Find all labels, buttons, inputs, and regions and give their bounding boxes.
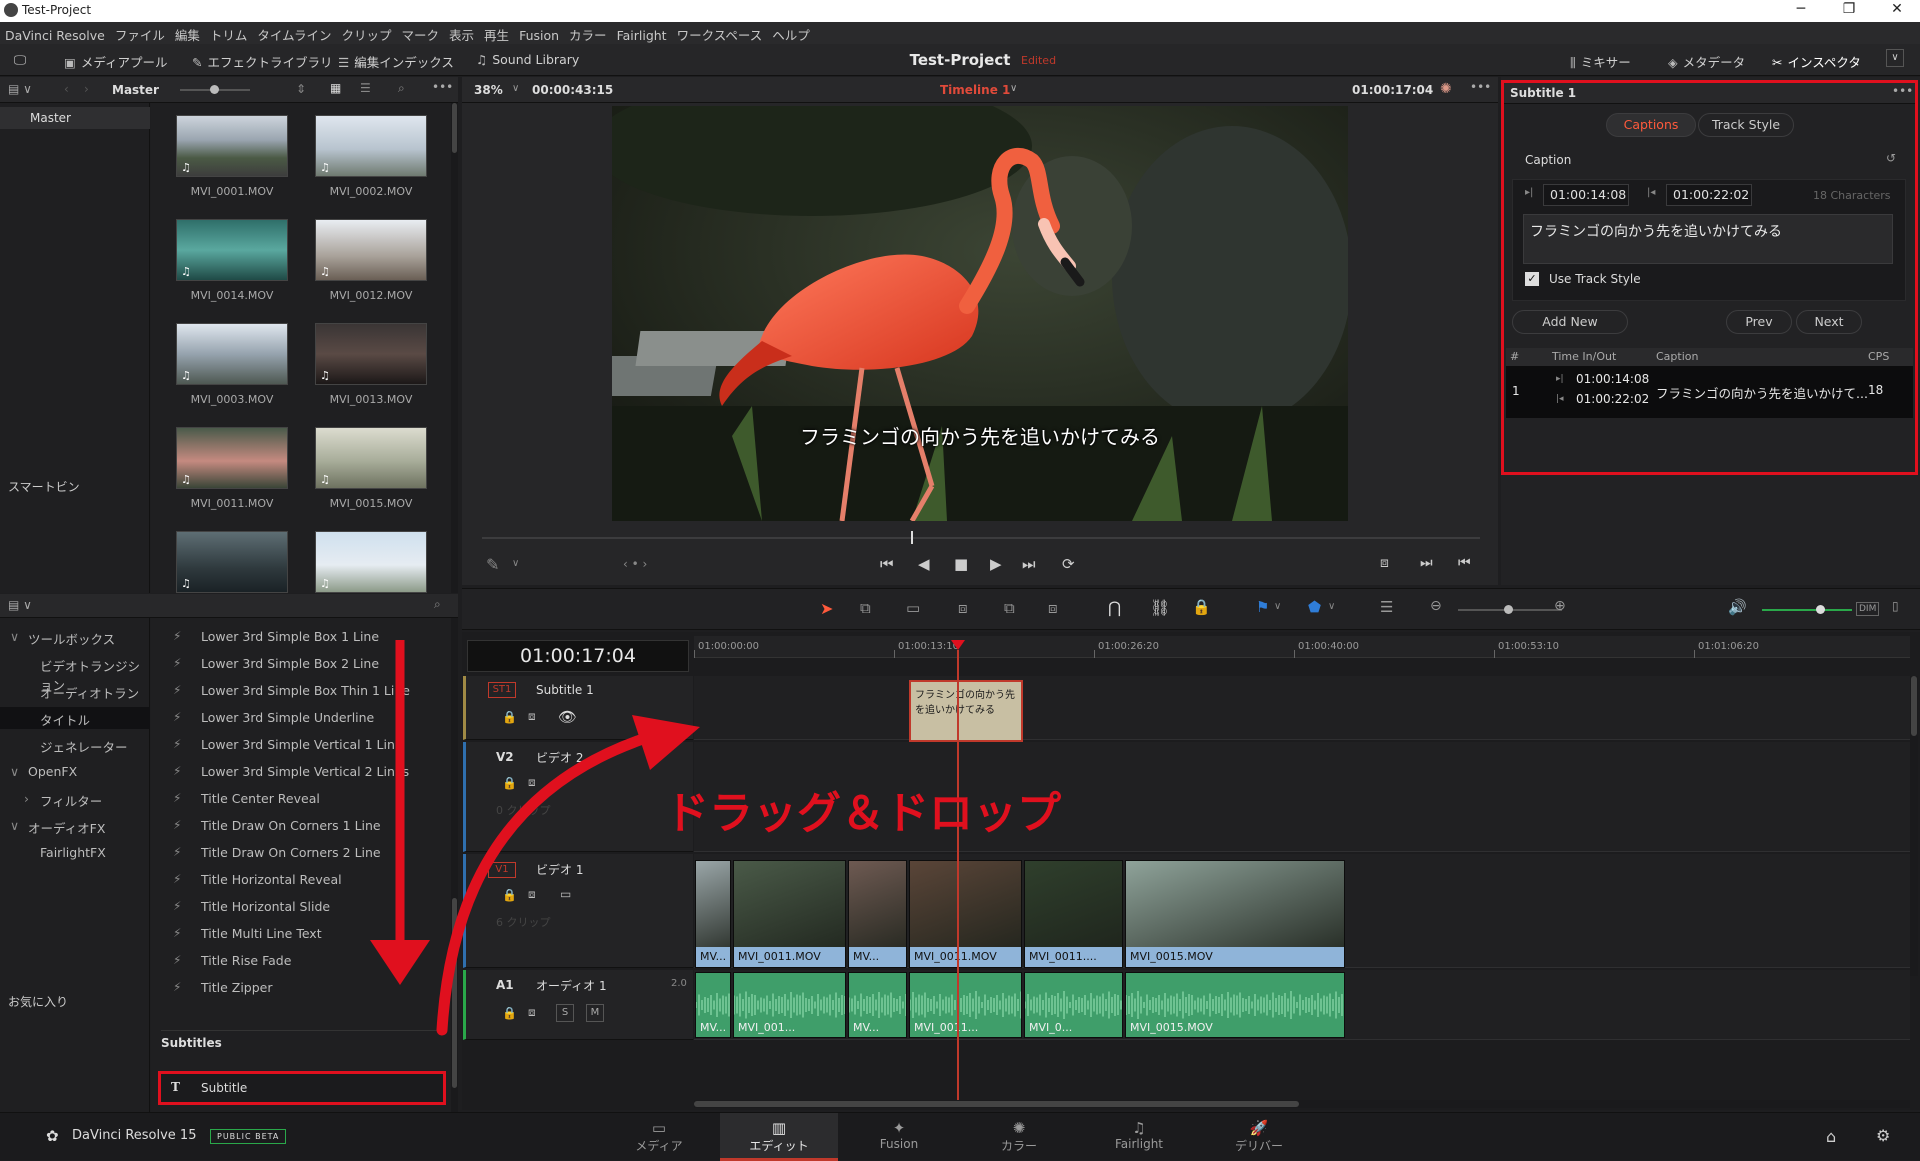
resolve-logo-icon: ✿ [46,1127,59,1145]
down-arrow-head [370,940,430,985]
page-tab-fusion[interactable]: ✦ Fusion [840,1113,958,1161]
page-tab-media-label: メディア [635,1139,683,1153]
curved-arrow-head [632,715,700,770]
page-tab-color-label: カラー [1000,1139,1037,1153]
settings-gear-icon[interactable]: ⚙ [1876,1126,1890,1145]
page-navigation-bar: ✿ DaVinci Resolve 15 PUBLIC BETA ▭ メディア ▥… [0,1112,1920,1161]
curved-arrow-shaft [436,734,646,1036]
page-tab-deliver-label: デリバー [1234,1139,1283,1153]
drag-drop-label: ドラッグ＆ドロップ [665,788,1061,839]
drag-annotation: ドラッグ＆ドロップ [370,640,1061,1036]
color-page-icon: ✺ [1012,1119,1026,1137]
page-tab-edit[interactable]: ▥ エディット [720,1113,838,1161]
page-tab-deliver[interactable]: 🚀 デリバー [1200,1113,1318,1161]
edit-page-icon: ▥ [771,1119,787,1137]
page-tab-fairlight-label: Fairlight [1114,1137,1164,1151]
media-page-icon: ▭ [651,1119,667,1137]
page-tab-edit-label: エディット [749,1139,809,1153]
deliver-page-icon: 🚀 [1249,1119,1269,1137]
public-beta-badge: PUBLIC BETA [210,1129,287,1144]
home-icon[interactable]: ⌂ [1826,1127,1836,1146]
fairlight-page-icon: ♫ [1132,1119,1146,1137]
page-tab-color[interactable]: ✺ カラー [960,1113,1078,1161]
page-tab-media[interactable]: ▭ メディア [600,1113,718,1161]
page-tab-fairlight[interactable]: ♫ Fairlight [1080,1113,1198,1161]
page-tab-fusion-label: Fusion [879,1137,919,1151]
app-name: DaVinci Resolve 15 [72,1128,197,1143]
fusion-page-icon: ✦ [892,1119,906,1137]
